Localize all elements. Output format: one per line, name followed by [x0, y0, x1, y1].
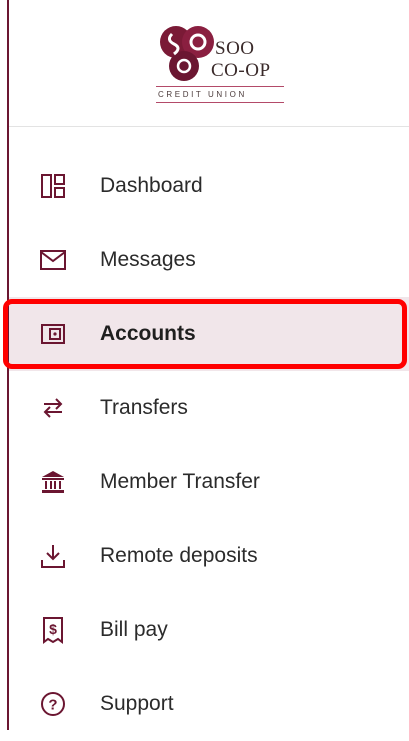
logo-mark-icon	[160, 26, 214, 81]
sidebar: SOO CO-OP CREDIT UNION Dashboard Message…	[0, 0, 409, 730]
nav-item-messages[interactable]: Messages	[9, 223, 409, 297]
svg-text:$: $	[49, 621, 57, 637]
nav-label: Transfers	[100, 396, 188, 419]
help-circle-icon: ?	[39, 690, 67, 718]
nav-label: Messages	[100, 248, 196, 271]
nav-label: Bill pay	[100, 618, 168, 641]
logo-tagline: CREDIT UNION	[158, 90, 247, 99]
nav-label: Remote deposits	[100, 544, 258, 567]
logo-divider-top	[156, 86, 284, 87]
logo-wordmark-line1: SOO	[215, 38, 255, 59]
nav-label: Accounts	[100, 322, 196, 345]
nav-label: Member Transfer	[100, 470, 260, 493]
soo-coop-logo[interactable]: SOO CO-OP CREDIT UNION	[154, 18, 294, 108]
wallet-icon	[39, 320, 67, 348]
transfer-arrows-icon	[39, 394, 67, 422]
nav-item-transfers[interactable]: Transfers	[9, 371, 409, 445]
envelope-icon	[39, 246, 67, 274]
nav-item-accounts[interactable]: Accounts	[3, 297, 409, 371]
main-navigation: Dashboard Messages Accounts Transfers Me…	[3, 149, 409, 741]
nav-item-dashboard[interactable]: Dashboard	[9, 149, 409, 223]
logo-header: SOO CO-OP CREDIT UNION	[9, 0, 409, 127]
nav-item-member-transfer[interactable]: Member Transfer	[9, 445, 409, 519]
svg-text:?: ?	[48, 697, 57, 714]
receipt-dollar-icon: $	[39, 616, 67, 644]
bank-icon	[39, 468, 67, 496]
nav-item-remote-deposits[interactable]: Remote deposits	[9, 519, 409, 593]
nav-item-bill-pay[interactable]: $ Bill pay	[9, 593, 409, 667]
dashboard-icon	[39, 172, 67, 200]
logo-wordmark-line2: CO-OP	[211, 60, 271, 81]
nav-label: Support	[100, 692, 174, 715]
download-tray-icon	[39, 542, 67, 570]
logo-divider-bottom	[156, 102, 284, 103]
nav-label: Dashboard	[100, 174, 203, 197]
